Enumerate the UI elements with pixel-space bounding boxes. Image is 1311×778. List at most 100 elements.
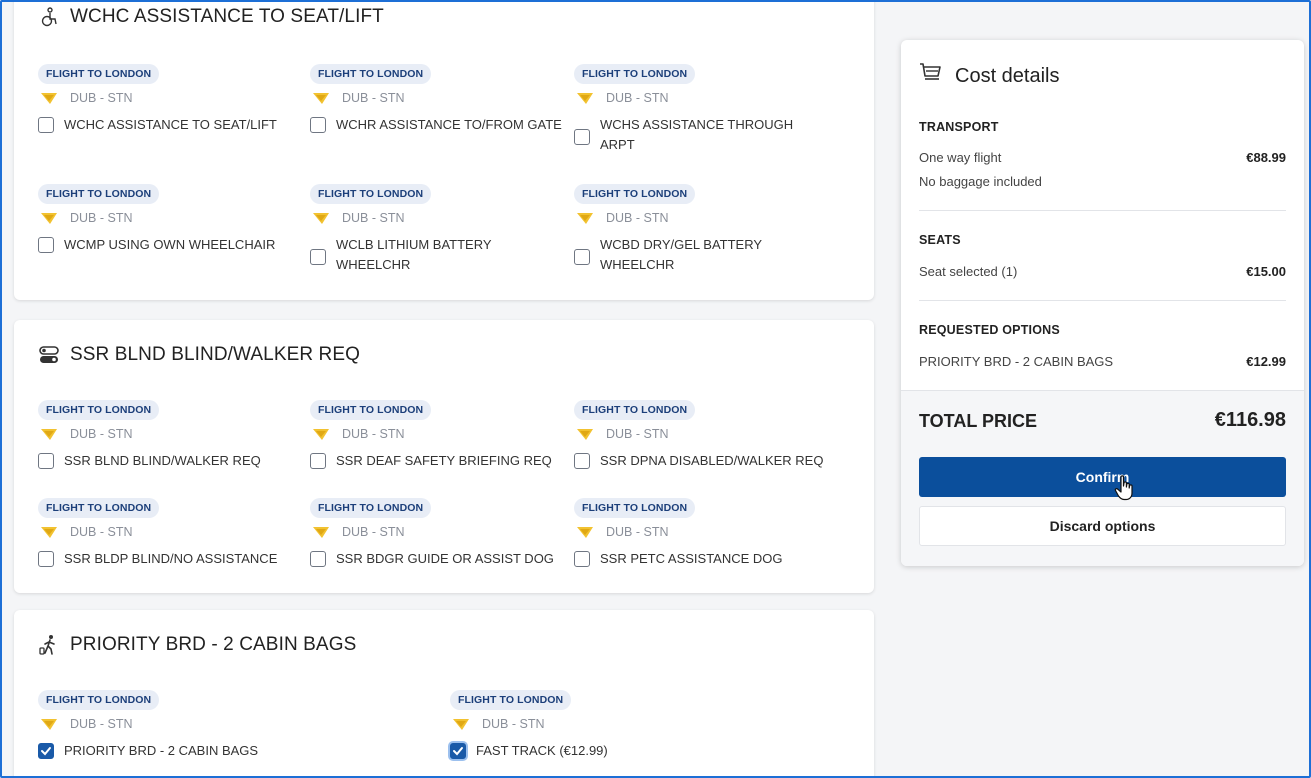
checkbox[interactable] bbox=[574, 551, 590, 567]
section-title-text: WCHC ASSISTANCE TO SEAT/LIFT bbox=[70, 6, 384, 27]
discard-options-button[interactable]: Discard options bbox=[919, 506, 1286, 546]
cart-icon bbox=[919, 62, 943, 90]
checkbox-label: WCLB LITHIUM BATTERY WHEELCHR bbox=[336, 237, 492, 272]
checkbox[interactable] bbox=[574, 129, 590, 145]
checkbox-row[interactable]: WCMP USING OWN WHEELCHAIR bbox=[38, 237, 275, 255]
transport-line: One way flight bbox=[919, 150, 1002, 165]
checkbox-row[interactable]: WCHR ASSISTANCE TO/FROM GATE bbox=[310, 117, 562, 135]
flight-badge: FLIGHT TO LONDON bbox=[38, 690, 160, 710]
route: DUB - STN bbox=[450, 717, 608, 731]
flight-badge: FLIGHT TO LONDON bbox=[38, 184, 160, 204]
airline-logo-icon bbox=[312, 427, 330, 441]
wheelchair-icon bbox=[38, 6, 60, 28]
requested-option-line: PRIORITY BRD - 2 CABIN BAGS bbox=[919, 354, 1114, 369]
checkbox-row[interactable]: SSR DEAF SAFETY BRIEFING REQ bbox=[310, 453, 552, 471]
airline-logo-icon bbox=[40, 525, 58, 539]
airline-logo-icon bbox=[576, 427, 594, 441]
airline-logo-icon bbox=[312, 525, 330, 539]
option-petc: FLIGHT TO LONDON DUB - STN SSR PETC ASSI… bbox=[574, 498, 783, 569]
route: DUB - STN bbox=[310, 427, 552, 441]
checkbox[interactable] bbox=[38, 551, 54, 567]
checkbox-row[interactable]: SSR BLND BLIND/WALKER REQ bbox=[38, 453, 261, 471]
checkbox-label: SSR BLDP BLIND/NO ASSISTANCE bbox=[64, 551, 278, 566]
checkbox-label: PRIORITY BRD - 2 CABIN BAGS bbox=[64, 743, 259, 758]
checkbox-row[interactable]: SSR BLDP BLIND/NO ASSISTANCE bbox=[38, 551, 277, 569]
wchc-section-card: WCHC ASSISTANCE TO SEAT/LIFT FLIGHT TO L… bbox=[14, 2, 874, 300]
route: DUB - STN bbox=[310, 211, 492, 225]
checkbox-row[interactable]: WCLB LITHIUM BATTERY WHEELCHR bbox=[310, 237, 492, 275]
checkbox[interactable] bbox=[310, 117, 326, 133]
option-priority: FLIGHT TO LONDON DUB - STN PRIORITY BRD … bbox=[38, 690, 258, 761]
flight-badge: FLIGHT TO LONDON bbox=[574, 64, 696, 84]
total-price-value: €116.98 bbox=[1214, 409, 1286, 431]
flight-badge: FLIGHT TO LONDON bbox=[38, 498, 160, 518]
airline-logo-icon bbox=[312, 211, 330, 225]
transport-price: €88.99 bbox=[1246, 150, 1286, 165]
blnd-section-card: SSR BLND BLIND/WALKER REQ FLIGHT TO LOND… bbox=[14, 320, 874, 593]
route: DUB - STN bbox=[38, 91, 277, 105]
checkbox-row[interactable]: SSR DPNA DISABLED/WALKER REQ bbox=[574, 453, 823, 471]
checkbox[interactable] bbox=[310, 453, 326, 469]
option-wclb: FLIGHT TO LONDON DUB - STN WCLB LITHIUM … bbox=[310, 184, 492, 275]
cost-details-title: Cost details bbox=[919, 62, 1060, 90]
airline-logo-icon bbox=[312, 91, 330, 105]
checkbox[interactable] bbox=[38, 237, 54, 253]
airline-logo-icon bbox=[40, 427, 58, 441]
checkbox[interactable] bbox=[38, 117, 54, 133]
seats-heading: SEATS bbox=[919, 233, 961, 247]
confirm-button[interactable]: Confirm bbox=[919, 457, 1286, 497]
route: DUB - STN bbox=[574, 211, 762, 225]
route: DUB - STN bbox=[574, 91, 844, 105]
walking-luggage-icon bbox=[38, 634, 60, 656]
checkbox-label: WCHS ASSISTANCE THROUGH ARPT bbox=[600, 117, 794, 152]
route: DUB - STN bbox=[310, 91, 562, 105]
checkbox-row[interactable]: SSR PETC ASSISTANCE DOG bbox=[574, 551, 783, 569]
checkbox-label: WCMP USING OWN WHEELCHAIR bbox=[64, 237, 276, 252]
section-title: WCHC ASSISTANCE TO SEAT/LIFT bbox=[38, 6, 384, 28]
airline-logo-icon bbox=[452, 717, 470, 731]
airline-logo-icon bbox=[40, 717, 58, 731]
checkbox[interactable] bbox=[574, 249, 590, 265]
section-title-text: SSR BLND BLIND/WALKER REQ bbox=[70, 344, 361, 365]
cost-details-title-text: Cost details bbox=[955, 64, 1060, 87]
checkbox-checked[interactable] bbox=[38, 743, 54, 759]
transport-note: No baggage included bbox=[919, 174, 1042, 189]
checkbox[interactable] bbox=[310, 249, 326, 265]
checkbox-row[interactable]: WCHC ASSISTANCE TO SEAT/LIFT bbox=[38, 117, 277, 135]
flight-badge: FLIGHT TO LONDON bbox=[310, 400, 432, 420]
checkbox-row[interactable]: PRIORITY BRD - 2 CABIN BAGS bbox=[38, 743, 258, 761]
option-wchc: FLIGHT TO LONDON DUB - STN WCHC ASSISTAN… bbox=[38, 64, 277, 135]
section-title: SSR BLND BLIND/WALKER REQ bbox=[38, 344, 360, 366]
flight-badge: FLIGHT TO LONDON bbox=[38, 64, 160, 84]
route: DUB - STN bbox=[38, 525, 277, 539]
seats-line: Seat selected (1) bbox=[919, 264, 1018, 279]
flight-badge: FLIGHT TO LONDON bbox=[310, 184, 432, 204]
checkbox-label: SSR BLND BLIND/WALKER REQ bbox=[64, 453, 261, 468]
checkbox-row[interactable]: FAST TRACK (€12.99) bbox=[450, 743, 608, 761]
flight-badge: FLIGHT TO LONDON bbox=[310, 64, 432, 84]
option-wchs: FLIGHT TO LONDON DUB - STN WCHS ASSISTAN… bbox=[574, 64, 844, 155]
option-bldp: FLIGHT TO LONDON DUB - STN SSR BLDP BLIN… bbox=[38, 498, 277, 569]
checkbox[interactable] bbox=[574, 453, 590, 469]
hand-cursor-icon bbox=[1114, 475, 1136, 501]
airline-logo-icon bbox=[40, 91, 58, 105]
flight-badge: FLIGHT TO LONDON bbox=[310, 498, 432, 518]
checkbox[interactable] bbox=[38, 453, 54, 469]
flight-badge: FLIGHT TO LONDON bbox=[574, 498, 696, 518]
total-price-label: TOTAL PRICE bbox=[919, 411, 1038, 431]
checkbox-label: SSR PETC ASSISTANCE DOG bbox=[600, 551, 783, 566]
section-title: PRIORITY BRD - 2 CABIN BAGS bbox=[38, 634, 356, 656]
screenshot-frame: WCHC ASSISTANCE TO SEAT/LIFT FLIGHT TO L… bbox=[0, 0, 1311, 778]
priority-section-card: PRIORITY BRD - 2 CABIN BAGS FLIGHT TO LO… bbox=[14, 610, 874, 776]
checkbox-label: SSR DEAF SAFETY BRIEFING REQ bbox=[336, 453, 552, 468]
checkbox[interactable] bbox=[310, 551, 326, 567]
checkbox-row[interactable]: WCHS ASSISTANCE THROUGH ARPT bbox=[574, 117, 844, 155]
checkbox-label: WCHC ASSISTANCE TO SEAT/LIFT bbox=[64, 117, 277, 132]
route: DUB - STN bbox=[310, 525, 554, 539]
divider bbox=[919, 300, 1286, 301]
flight-badge: FLIGHT TO LONDON bbox=[38, 400, 160, 420]
checkbox-checked[interactable] bbox=[450, 743, 466, 759]
checkbox-label: WCBD DRY/GEL BATTERY WHEELCHR bbox=[600, 237, 763, 272]
checkbox-row[interactable]: SSR BDGR GUIDE OR ASSIST DOG bbox=[310, 551, 554, 569]
checkbox-row[interactable]: WCBD DRY/GEL BATTERY WHEELCHR bbox=[574, 237, 762, 275]
